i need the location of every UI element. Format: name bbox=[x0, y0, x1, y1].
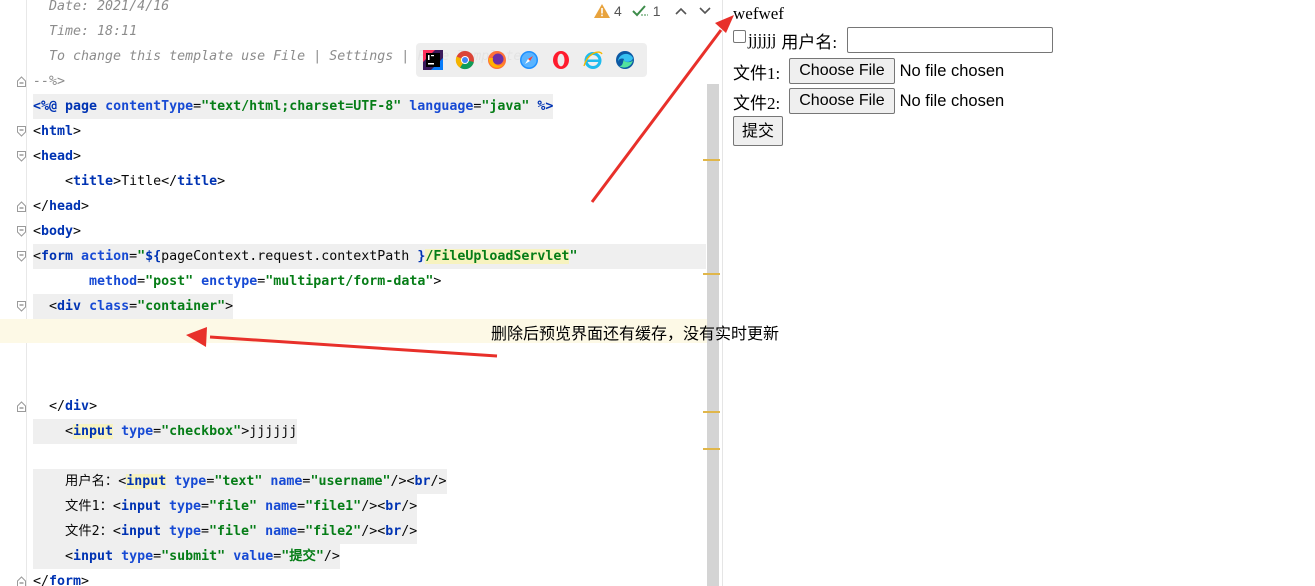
annotation-arrow-to-preview bbox=[590, 29, 723, 203]
annotation-arrowhead-editor bbox=[186, 327, 207, 347]
annotation-arrows bbox=[186, 15, 734, 358]
annotation-arrowhead-preview bbox=[715, 15, 734, 33]
annotation-arrow-to-editor bbox=[209, 335, 498, 358]
annotation-note: 删除后预览界面还有缓存，没有实时更新 bbox=[491, 324, 780, 343]
